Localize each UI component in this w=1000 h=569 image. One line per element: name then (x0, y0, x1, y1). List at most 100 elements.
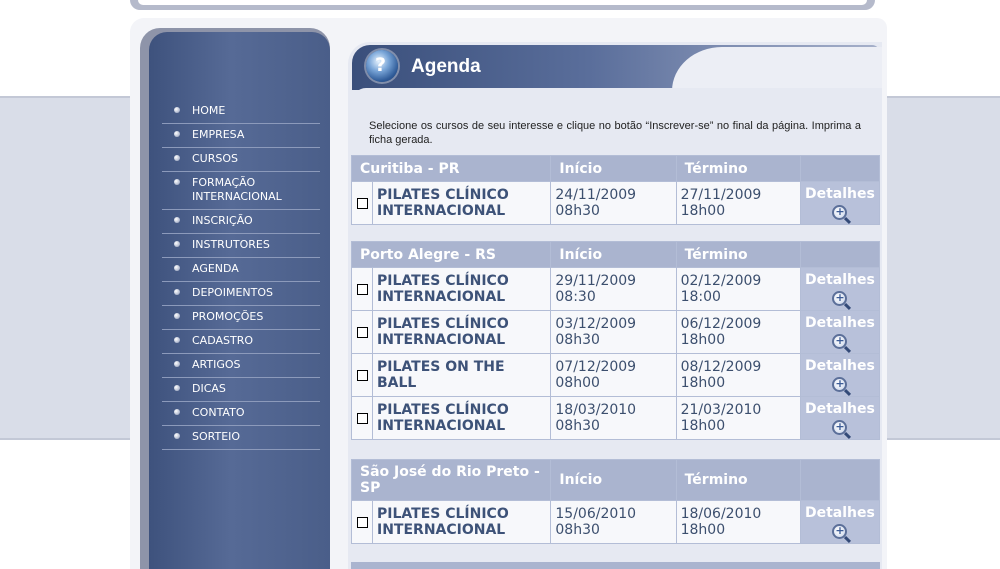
menu-item-label: ARTIGOS (192, 358, 241, 371)
menu-item-inscricao[interactable]: INSCRIÇÃO (162, 210, 320, 234)
menu-item-label: DICAS (192, 382, 226, 395)
menu-item-instrutores[interactable]: INSTRUTORES (162, 234, 320, 258)
details-button[interactable]: Detalhes (800, 501, 879, 543)
menu-item-promocoes[interactable]: PROMOÇÕES (162, 306, 320, 330)
bullet-icon (174, 107, 180, 113)
menu-item-cadastro[interactable]: CADASTRO (162, 330, 320, 354)
bullet-icon (174, 337, 180, 343)
city-name: Curitiba - PR (352, 156, 551, 181)
course-start: 29/11/2009 08:30 (551, 268, 676, 310)
bullet-icon (174, 409, 180, 415)
top-decoration (130, 0, 875, 10)
details-label: Detalhes (804, 185, 875, 202)
menu-item-label: PROMOÇÕES (192, 310, 264, 323)
menu-item-formacao-internacional[interactable]: FORMAÇÃO INTERNACIONAL (162, 172, 320, 210)
menu-item-home[interactable]: HOME (162, 100, 320, 124)
menu-item-label: AGENDA (192, 262, 239, 275)
menu-item-label: CADASTRO (192, 334, 254, 347)
menu-item-dicas[interactable]: DICAS (162, 378, 320, 402)
city-name: Porto Alegre - RS (352, 242, 551, 267)
bullet-icon (174, 265, 180, 271)
bullet-icon (174, 155, 180, 161)
city-table-porto-alegre: Porto Alegre - RS Início Término PILATES… (351, 241, 880, 440)
column-details (800, 156, 879, 181)
course-end: 08/12/2009 18h00 (676, 354, 800, 396)
menu-item-label: CONTATO (192, 406, 245, 419)
course-checkbox[interactable] (356, 516, 368, 528)
next-city-header (351, 562, 880, 569)
details-button[interactable]: Detalhes (800, 397, 879, 439)
course-name: PILATES CLÍNICO INTERNACIONAL (372, 182, 551, 224)
menu-item-contato[interactable]: CONTATO (162, 402, 320, 426)
table-row: PILATES CLÍNICO INTERNACIONAL 29/11/2009… (352, 268, 879, 310)
course-end: 02/12/2009 18:00 (676, 268, 800, 310)
course-end: 18/06/2010 18h00 (676, 501, 800, 543)
intro-text: Selecione os cursos de seu interesse e c… (369, 120, 861, 146)
menu-item-depoimentos[interactable]: DEPOIMENTOS (162, 282, 320, 306)
course-cell: PILATES CLÍNICO INTERNACIONAL (352, 501, 551, 543)
course-checkbox[interactable] (356, 326, 368, 338)
course-cell: PILATES CLÍNICO INTERNACIONAL (352, 182, 551, 224)
course-name: PILATES CLÍNICO INTERNACIONAL (372, 501, 551, 543)
menu-item-label: INSTRUTORES (192, 238, 270, 251)
course-checkbox-cell (352, 268, 373, 310)
course-end: 06/12/2009 18h00 (676, 311, 800, 353)
course-start: 15/06/2010 08h30 (551, 501, 676, 543)
bullet-icon (174, 241, 180, 247)
bullet-icon (174, 313, 180, 319)
menu-item-label: FORMAÇÃO INTERNACIONAL (192, 176, 282, 203)
city-name: São José do Rio Preto - SP (352, 460, 551, 500)
details-label: Detalhes (804, 400, 875, 417)
details-label: Detalhes (804, 357, 875, 374)
menu-item-sorteio[interactable]: SORTEIO (162, 426, 320, 450)
course-checkbox-cell (352, 397, 373, 439)
column-end: Término (676, 242, 800, 267)
details-button[interactable]: Detalhes (800, 354, 879, 396)
magnifier-icon (832, 523, 848, 539)
details-button[interactable]: Detalhes (800, 182, 879, 224)
header-under (352, 88, 882, 102)
menu-item-cursos[interactable]: CURSOS (162, 148, 320, 172)
course-cell: PILATES ON THE BALL (352, 354, 551, 396)
bullet-icon (174, 361, 180, 367)
details-label: Detalhes (804, 504, 875, 521)
course-end: 27/11/2009 18h00 (676, 182, 800, 224)
bullet-icon (174, 131, 180, 137)
course-cell: PILATES CLÍNICO INTERNACIONAL (352, 397, 551, 439)
table-row: PILATES ON THE BALL 07/12/2009 08h00 08/… (352, 354, 879, 396)
course-checkbox-cell (352, 311, 373, 353)
page-title: Agenda (411, 56, 481, 77)
bullet-icon (174, 433, 180, 439)
course-checkbox[interactable] (356, 369, 368, 381)
course-name: PILATES CLÍNICO INTERNACIONAL (372, 311, 551, 353)
column-start: Início (551, 460, 676, 500)
course-name: PILATES CLÍNICO INTERNACIONAL (372, 397, 551, 439)
bullet-icon (174, 289, 180, 295)
table-row: PILATES CLÍNICO INTERNACIONAL 03/12/2009… (352, 311, 879, 353)
details-button[interactable]: Detalhes (800, 268, 879, 310)
course-end: 21/03/2010 18h00 (676, 397, 800, 439)
menu-item-label: SORTEIO (192, 430, 241, 443)
course-checkbox[interactable] (356, 283, 368, 295)
city-table-sao-jose-do-rio-preto: São José do Rio Preto - SP Início Términ… (351, 459, 880, 544)
menu-item-agenda[interactable]: AGENDA (162, 258, 320, 282)
course-checkbox-cell (352, 182, 373, 224)
menu-item-empresa[interactable]: EMPRESA (162, 124, 320, 148)
column-details (800, 242, 879, 267)
magnifier-icon (832, 376, 848, 392)
bullet-icon (174, 217, 180, 223)
table-row: PILATES CLÍNICO INTERNACIONAL 15/06/2010… (352, 501, 879, 543)
column-start: Início (551, 156, 676, 181)
course-cell: PILATES CLÍNICO INTERNACIONAL (352, 311, 551, 353)
course-name: PILATES CLÍNICO INTERNACIONAL (372, 268, 551, 310)
course-checkbox[interactable] (356, 197, 368, 209)
magnifier-icon (832, 419, 848, 435)
course-start: 18/03/2010 08h30 (551, 397, 676, 439)
bullet-icon (174, 179, 180, 185)
course-checkbox[interactable] (356, 412, 368, 424)
details-button[interactable]: Detalhes (800, 311, 879, 353)
course-start: 07/12/2009 08h00 (551, 354, 676, 396)
menu-item-label: CURSOS (192, 152, 238, 165)
menu-item-artigos[interactable]: ARTIGOS (162, 354, 320, 378)
globe-icon: ? (366, 50, 398, 82)
